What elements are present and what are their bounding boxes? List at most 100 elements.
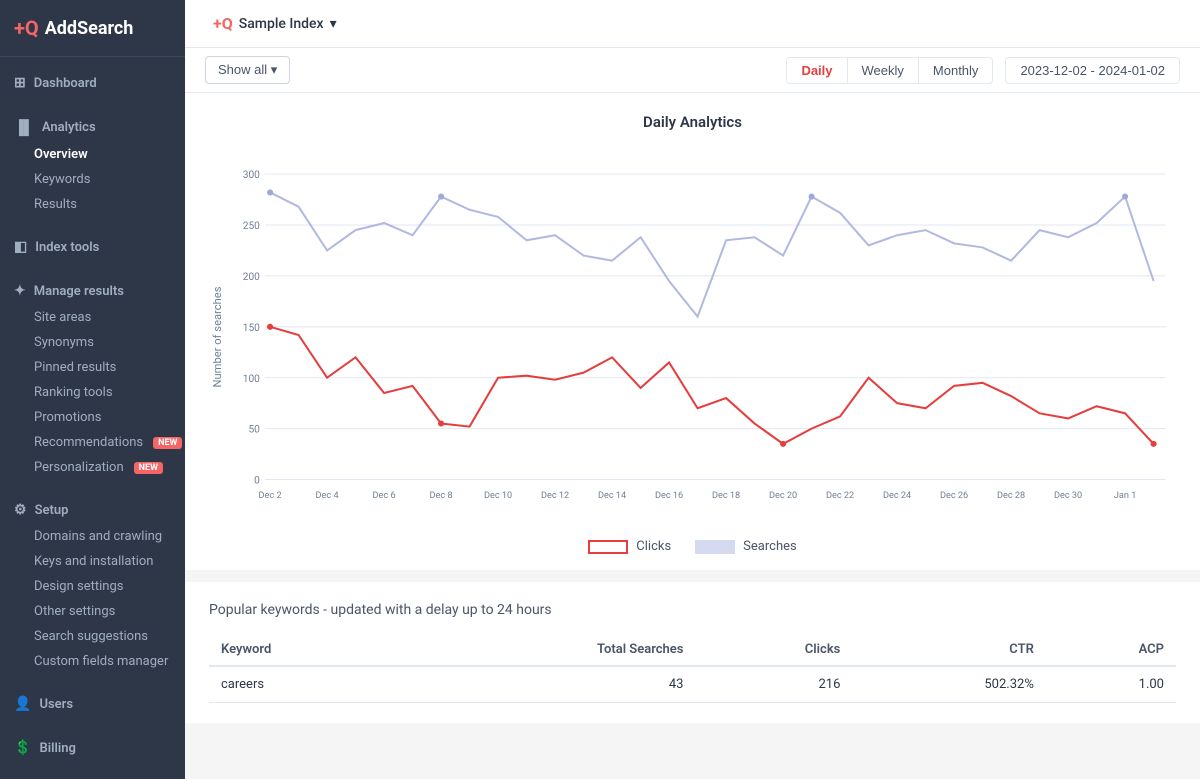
content-area: Daily Analytics Number of searches 300 2… xyxy=(185,93,1200,779)
analytics-icon: ▐▌ xyxy=(14,119,34,136)
sidebar-item-custom-fields[interactable]: Custom fields manager xyxy=(0,649,185,674)
manage-results-icon: ✦ xyxy=(14,283,26,299)
recommendations-badge: NEW xyxy=(153,437,182,449)
chart-svg: Number of searches 300 250 200 150 100 5… xyxy=(209,147,1176,527)
sidebar-item-site-areas[interactable]: Site areas xyxy=(0,305,185,330)
sidebar-item-ranking-tools[interactable]: Ranking tools xyxy=(0,380,185,405)
dashboard-icon: ⊞ xyxy=(14,75,26,91)
setup-label: Setup xyxy=(35,503,69,518)
sidebar-item-users[interactable]: 👤 Users xyxy=(0,690,185,718)
sidebar-item-dashboard[interactable]: ⊞ Dashboard xyxy=(0,69,185,97)
sidebar-section-users: 👤 Users xyxy=(0,678,185,722)
svg-text:0: 0 xyxy=(254,476,260,487)
svg-text:Dec 22: Dec 22 xyxy=(826,491,854,501)
click-point xyxy=(1151,441,1157,447)
table-row: careers 43 216 502.32% 1.00 xyxy=(209,666,1176,703)
monthly-button[interactable]: Monthly xyxy=(919,58,993,83)
sidebar-item-synonyms[interactable]: Synonyms xyxy=(0,330,185,355)
sidebar-item-other[interactable]: Other settings xyxy=(0,599,185,624)
billing-icon: 💲 xyxy=(14,740,31,756)
sidebar-item-recommendations[interactable]: Recommendations NEW xyxy=(0,430,185,455)
svg-text:Dec 10: Dec 10 xyxy=(484,491,512,501)
show-all-button[interactable]: Show all ▾ xyxy=(205,56,290,84)
date-range-button[interactable]: 2023-12-02 - 2024-01-02 xyxy=(1005,57,1180,84)
users-label: Users xyxy=(39,697,73,712)
sidebar-item-billing[interactable]: 💲 Billing xyxy=(0,734,185,762)
svg-text:Number of searches: Number of searches xyxy=(211,286,224,387)
sidebar: +Q AddSearch ⊞ Dashboard ▐▌ Analytics Ov… xyxy=(0,0,185,779)
chart-container: Number of searches 300 250 200 150 100 5… xyxy=(209,147,1176,527)
svg-text:150: 150 xyxy=(243,323,260,334)
time-buttons: Daily Weekly Monthly xyxy=(786,57,993,84)
svg-text:Dec 12: Dec 12 xyxy=(541,491,569,501)
sidebar-item-keys[interactable]: Keys and installation xyxy=(0,549,185,574)
period-controls: Daily Weekly Monthly 2023-12-02 - 2024-0… xyxy=(786,57,1180,84)
sidebar-item-results[interactable]: Results xyxy=(0,192,185,217)
sidebar-item-index-tools[interactable]: ◧ Index tools xyxy=(0,233,185,261)
header: +Q Sample Index ▾ xyxy=(185,0,1200,48)
logo-icon: +Q xyxy=(14,16,39,40)
sidebar-item-design[interactable]: Design settings xyxy=(0,574,185,599)
index-selector[interactable]: +Q Sample Index ▾ xyxy=(205,10,345,37)
sidebar-item-search-suggestions[interactable]: Search suggestions xyxy=(0,624,185,649)
sidebar-item-analytics[interactable]: ▐▌ Analytics xyxy=(0,113,185,142)
svg-text:Dec 14: Dec 14 xyxy=(598,491,626,501)
svg-text:Dec 16: Dec 16 xyxy=(655,491,683,501)
index-tools-icon: ◧ xyxy=(14,239,27,255)
svg-text:100: 100 xyxy=(243,374,260,385)
chart-legend: Clicks Searches xyxy=(209,539,1176,554)
sidebar-section-index-tools: ◧ Index tools xyxy=(0,221,185,265)
keywords-section-title: Popular keywords - updated with a delay … xyxy=(209,602,1176,618)
dashboard-label: Dashboard xyxy=(34,76,97,91)
keywords-table: Keyword Total Searches Clicks CTR ACP ca… xyxy=(209,634,1176,703)
searches-legend-label: Searches xyxy=(743,539,797,554)
svg-text:200: 200 xyxy=(243,272,260,283)
svg-text:Dec 20: Dec 20 xyxy=(769,491,797,501)
searches-line xyxy=(270,192,1154,316)
weekly-button[interactable]: Weekly xyxy=(848,58,919,83)
svg-text:250: 250 xyxy=(243,221,260,232)
chevron-down-icon: ▾ xyxy=(330,16,337,32)
toolbar: Show all ▾ Daily Weekly Monthly 2023-12-… xyxy=(185,48,1200,93)
cell-total-searches: 43 xyxy=(405,666,696,703)
searches-legend: Searches xyxy=(695,539,797,554)
index-icon: +Q xyxy=(213,14,233,33)
search-point xyxy=(809,193,815,199)
chart-title: Daily Analytics xyxy=(209,113,1176,131)
svg-text:300: 300 xyxy=(243,170,260,181)
sidebar-item-manage-results[interactable]: ✦ Manage results xyxy=(0,277,185,305)
search-point xyxy=(267,189,273,195)
cell-acp: 1.00 xyxy=(1046,666,1176,703)
svg-text:Dec 18: Dec 18 xyxy=(712,491,740,501)
setup-icon: ⚙ xyxy=(14,502,27,518)
col-keyword: Keyword xyxy=(209,634,405,666)
clicks-legend-line xyxy=(588,540,628,554)
search-point xyxy=(1122,193,1128,199)
sidebar-item-pinned-results[interactable]: Pinned results xyxy=(0,355,185,380)
sidebar-item-domains[interactable]: Domains and crawling xyxy=(0,524,185,549)
sidebar-section-billing: 💲 Billing xyxy=(0,722,185,766)
svg-text:Dec 30: Dec 30 xyxy=(1054,491,1082,501)
clicks-line xyxy=(270,327,1154,444)
sidebar-item-setup[interactable]: ⚙ Setup xyxy=(0,496,185,524)
svg-text:Jan 1: Jan 1 xyxy=(1114,491,1137,501)
click-point xyxy=(438,420,444,426)
sidebar-section-setup: ⚙ Setup Domains and crawling Keys and in… xyxy=(0,484,185,678)
svg-text:Dec 8: Dec 8 xyxy=(430,491,453,501)
index-tools-label: Index tools xyxy=(35,240,99,255)
sidebar-item-overview[interactable]: Overview xyxy=(0,142,185,167)
svg-text:Dec 28: Dec 28 xyxy=(997,491,1025,501)
billing-label: Billing xyxy=(39,741,75,756)
sidebar-item-personalization[interactable]: Personalization NEW xyxy=(0,455,185,480)
overview-label: Overview xyxy=(34,147,88,162)
sidebar-item-promotions[interactable]: Promotions xyxy=(0,405,185,430)
chart-section: Daily Analytics Number of searches 300 2… xyxy=(185,93,1200,570)
svg-text:50: 50 xyxy=(248,425,260,436)
table-header: Keyword Total Searches Clicks CTR ACP xyxy=(209,634,1176,666)
sidebar-section-dashboard: ⊞ Dashboard xyxy=(0,57,185,101)
sidebar-section-manage-results: ✦ Manage results Site areas Synonyms Pin… xyxy=(0,265,185,484)
daily-button[interactable]: Daily xyxy=(787,58,847,83)
results-label: Results xyxy=(34,197,77,212)
clicks-legend: Clicks xyxy=(588,539,671,554)
sidebar-item-keywords[interactable]: Keywords xyxy=(0,167,185,192)
